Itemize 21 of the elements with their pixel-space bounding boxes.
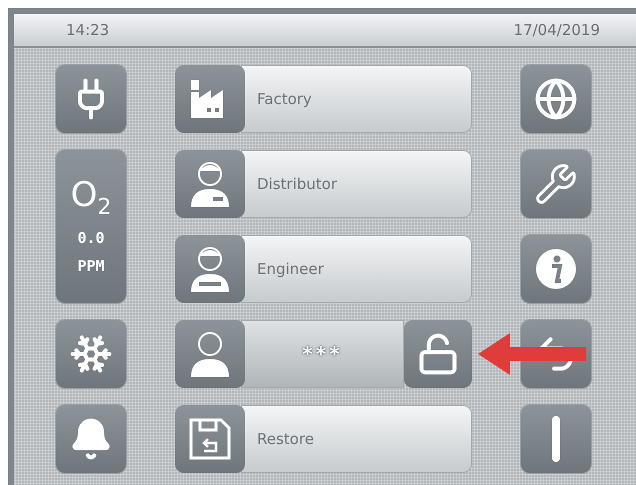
info-icon bbox=[534, 247, 578, 291]
power-bar-icon bbox=[551, 415, 561, 463]
eco-plug-button[interactable] bbox=[56, 65, 126, 133]
date-text: 17/04/2019 bbox=[514, 21, 600, 39]
language-button[interactable] bbox=[521, 65, 591, 133]
menu-button[interactable]: Engineer bbox=[241, 235, 472, 303]
menu-button[interactable]: Restore bbox=[241, 405, 472, 473]
oxygen-symbol: O$_{2}$ bbox=[70, 178, 112, 219]
settings-button[interactable] bbox=[521, 150, 591, 218]
power-button[interactable] bbox=[521, 405, 591, 473]
menu-button[interactable]: Distributor bbox=[241, 150, 472, 218]
menu-button[interactable]: Factory bbox=[241, 65, 472, 133]
oxygen-unit: PPM bbox=[77, 256, 105, 275]
clock-time: 14:23 bbox=[66, 21, 110, 39]
unlock-button[interactable] bbox=[404, 320, 472, 388]
wrench-icon bbox=[534, 162, 578, 206]
info-button[interactable] bbox=[521, 235, 591, 303]
globe-icon bbox=[534, 77, 578, 121]
alarm-button[interactable] bbox=[56, 405, 126, 473]
oxygen-value: 0.0 bbox=[77, 228, 105, 247]
cooling-button[interactable] bbox=[56, 320, 126, 388]
